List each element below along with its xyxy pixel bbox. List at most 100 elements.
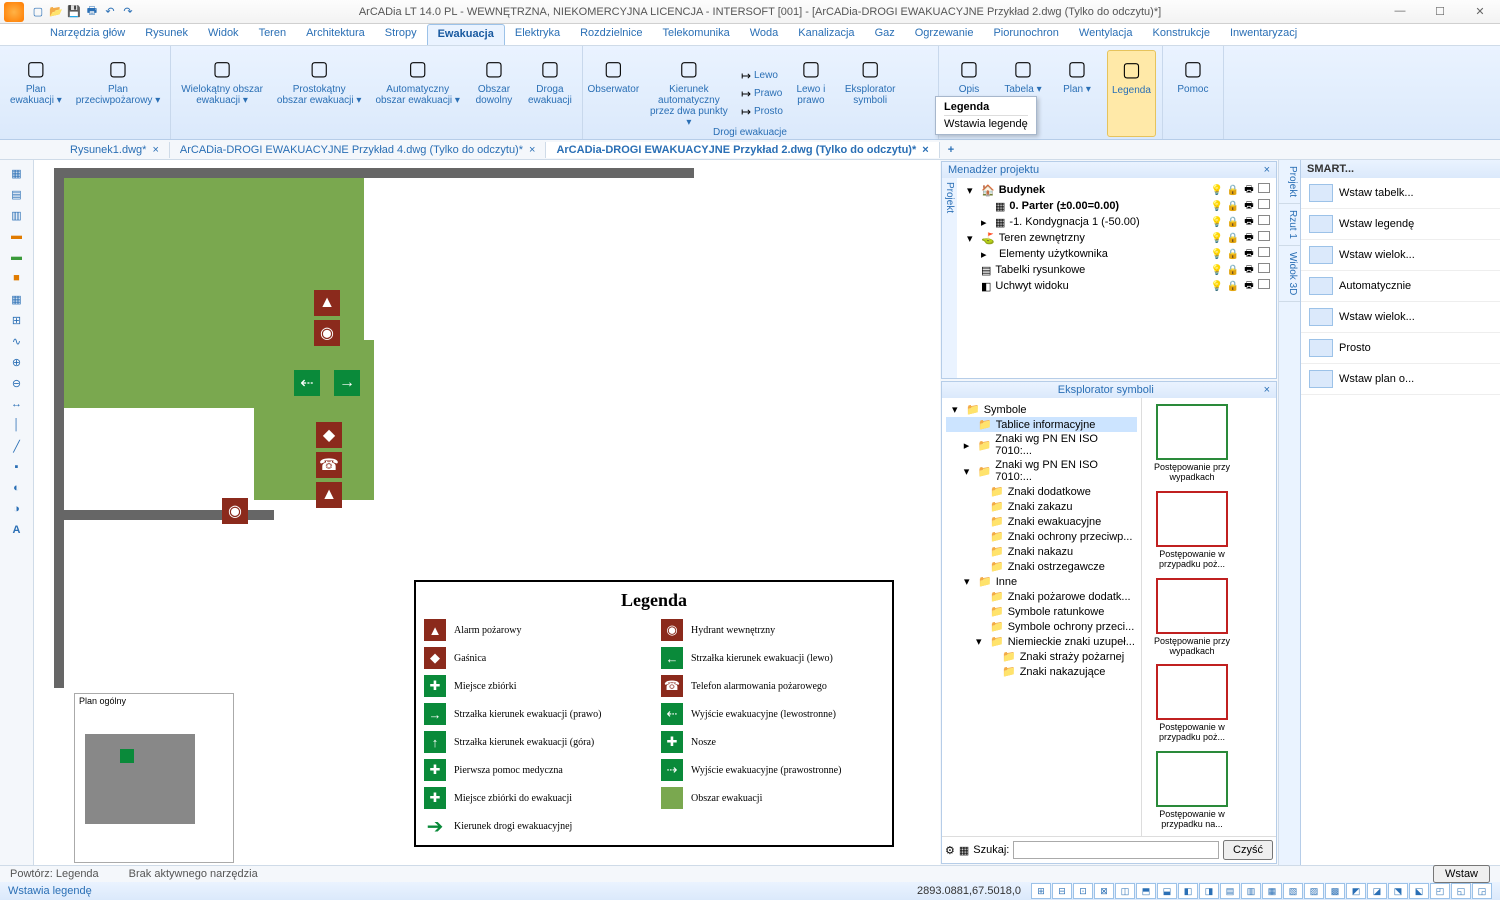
close-icon[interactable]: × bbox=[922, 144, 928, 156]
qat-undo-icon[interactable]: ↶ bbox=[102, 4, 118, 20]
toggle-icon[interactable]: ◨ bbox=[1199, 883, 1219, 899]
explorer-tree-item[interactable]: ▸📁Znaki wg PN EN ISO 7010:... bbox=[946, 432, 1137, 458]
side-tab[interactable]: Projekt bbox=[1279, 160, 1300, 204]
tool-icon[interactable]: ■ bbox=[7, 269, 27, 287]
toggle-icon[interactable]: ⊡ bbox=[1073, 883, 1093, 899]
smart-item[interactable]: Prosto bbox=[1301, 333, 1500, 364]
explorer-tree-item[interactable]: 📁Znaki ochrony przeciwp... bbox=[946, 529, 1137, 544]
tree-row[interactable]: ▸▦-1. Kondygnacja 1 (-50.00)💡🔒🖶 bbox=[961, 214, 1272, 230]
explorer-tree-item[interactable]: 📁Znaki zakazu bbox=[946, 499, 1137, 514]
toggle-icon[interactable]: ⬔ bbox=[1388, 883, 1408, 899]
ribbon-button[interactable]: ▢Automatycznyobszar ewakuacji ▾ bbox=[371, 50, 464, 137]
clear-button[interactable]: Czyść bbox=[1223, 840, 1273, 860]
side-tab[interactable]: Rzut 1 bbox=[1279, 204, 1300, 246]
qat-open-icon[interactable]: 📂 bbox=[48, 4, 64, 20]
toggle-icon[interactable]: ⬕ bbox=[1409, 883, 1429, 899]
ribbon-tab[interactable]: Rysunek bbox=[135, 24, 198, 45]
overview-panel[interactable]: Plan ogólny bbox=[74, 693, 234, 863]
ribbon-button[interactable]: ▢Pomoc bbox=[1169, 50, 1217, 137]
ribbon-button[interactable]: ▢Planprzeciwpożarowy ▾ bbox=[72, 50, 165, 137]
explorer-tree-item[interactable]: 📁Symbole ratunkowe bbox=[946, 604, 1137, 619]
ribbon-tab[interactable]: Piorunochron bbox=[983, 24, 1068, 45]
qat-save-icon[interactable]: 💾 bbox=[66, 4, 82, 20]
ribbon-button[interactable]: ↦Prawo bbox=[734, 85, 787, 103]
close-button[interactable]: ✕ bbox=[1464, 5, 1496, 18]
explorer-tree-item[interactable]: ▾📁Symbole bbox=[946, 402, 1137, 417]
symbol-thumbnail[interactable]: Postępowanie przy wypadkach bbox=[1148, 578, 1236, 657]
ribbon-button[interactable]: ▢Legenda bbox=[1107, 50, 1156, 137]
document-tab[interactable]: Rysunek1.dwg*× bbox=[60, 142, 170, 158]
toggle-icon[interactable]: ◩ bbox=[1346, 883, 1366, 899]
tool-icon[interactable]: ⊞ bbox=[7, 311, 27, 329]
tool-icon[interactable]: ∿ bbox=[7, 332, 27, 350]
tool-icon[interactable]: ◐ bbox=[7, 479, 27, 497]
explorer-tree-item[interactable]: 📁Znaki ewakuacyjne bbox=[946, 514, 1137, 529]
side-tab-projekt[interactable]: Projekt bbox=[942, 178, 957, 378]
tree-row[interactable]: ▦0. Parter (±0.00=0.00)💡🔒🖶 bbox=[961, 198, 1272, 214]
ribbon-tab[interactable]: Stropy bbox=[375, 24, 427, 45]
ribbon-tab[interactable]: Elektryka bbox=[505, 24, 570, 45]
ribbon-tab[interactable]: Ewakuacja bbox=[427, 24, 505, 45]
ribbon-tab[interactable]: Kanalizacja bbox=[788, 24, 864, 45]
tool-icon[interactable]: ▤ bbox=[7, 185, 27, 203]
tool-icon[interactable]: ⊖ bbox=[7, 374, 27, 392]
explorer-tree-item[interactable]: 📁Symbole ochrony przeci... bbox=[946, 619, 1137, 634]
ribbon-button[interactable]: ▢Planewakuacji ▾ bbox=[6, 50, 66, 137]
ribbon-tab[interactable]: Gaz bbox=[865, 24, 905, 45]
tool-icon[interactable]: ▬ bbox=[7, 248, 27, 266]
toggle-icon[interactable]: ▤ bbox=[1220, 883, 1240, 899]
ribbon-tab[interactable]: Inwentaryzacj bbox=[1220, 24, 1307, 45]
tool-icon[interactable]: ◑ bbox=[7, 500, 27, 518]
explorer-tree-item[interactable]: 📁Znaki ostrzegawcze bbox=[946, 559, 1137, 574]
ribbon-tab[interactable]: Teren bbox=[249, 24, 297, 45]
tree-row[interactable]: ◧Uchwyt widoku💡🔒🖶 bbox=[961, 278, 1272, 294]
symbol-thumbnail[interactable]: Postępowanie w przypadku poż... bbox=[1148, 664, 1236, 743]
tool-icon[interactable]: ▪ bbox=[7, 458, 27, 476]
toggle-icon[interactable]: ▦ bbox=[1262, 883, 1282, 899]
close-icon[interactable]: × bbox=[152, 144, 158, 156]
document-tab[interactable]: ArCADia-DROGI EWAKUACYJNE Przykład 2.dwg… bbox=[546, 142, 939, 158]
panel-close-icon[interactable]: × bbox=[1264, 164, 1270, 176]
symbol-thumbnail[interactable]: Postępowanie przy wypadkach bbox=[1148, 404, 1236, 483]
ribbon-tab[interactable]: Ogrzewanie bbox=[905, 24, 984, 45]
toggle-icon[interactable]: ▨ bbox=[1304, 883, 1324, 899]
explorer-tree-item[interactable]: 📁Znaki dodatkowe bbox=[946, 484, 1137, 499]
ribbon-button[interactable]: ▢Wielokątny obszarewakuacji ▾ bbox=[177, 50, 267, 137]
panel-close-icon[interactable]: × bbox=[1264, 384, 1270, 396]
explorer-tree-item[interactable]: 📁Znaki nakazu bbox=[946, 544, 1137, 559]
symbol-thumbnail[interactable]: Postępowanie w przypadku na... bbox=[1148, 751, 1236, 830]
toggle-icon[interactable]: ◲ bbox=[1472, 883, 1492, 899]
tool-icon[interactable]: ⚙ bbox=[945, 844, 955, 857]
tool-icon[interactable]: ▬ bbox=[7, 227, 27, 245]
ribbon-button[interactable]: ▢Obserwator bbox=[589, 50, 638, 137]
explorer-tree-item[interactable]: 📁Znaki nakazujące bbox=[946, 664, 1137, 679]
tree-row[interactable]: ▤Tabelki rysunkowe💡🔒🖶 bbox=[961, 262, 1272, 278]
ribbon-button[interactable]: ▢Lewo iprawo bbox=[787, 50, 835, 137]
tool-icon[interactable]: ⊕ bbox=[7, 353, 27, 371]
explorer-tree-item[interactable]: ▾📁Inne bbox=[946, 574, 1137, 589]
ribbon-button[interactable]: ▢Eksploratorsymboli bbox=[841, 50, 900, 137]
ribbon-button[interactable]: ▢Kierunek automatycznyprzez dwa punkty ▾ bbox=[644, 50, 734, 137]
toggle-icon[interactable]: ◫ bbox=[1115, 883, 1135, 899]
tree-row[interactable]: ▸Elementy użytkownika💡🔒🖶 bbox=[961, 246, 1272, 262]
tool-icon[interactable]: ▦ bbox=[959, 844, 969, 857]
tool-icon[interactable]: │ bbox=[7, 416, 27, 434]
side-tab[interactable]: Widok 3D bbox=[1279, 246, 1300, 302]
smart-item[interactable]: Wstaw tabelk... bbox=[1301, 178, 1500, 209]
explorer-thumbnails[interactable]: Postępowanie przy wypadkachPostępowanie … bbox=[1142, 398, 1276, 836]
ribbon-button[interactable]: ↦Lewo bbox=[734, 67, 787, 85]
toggle-icon[interactable]: ⊟ bbox=[1052, 883, 1072, 899]
ribbon-tab[interactable]: Narzędzia głów bbox=[40, 24, 135, 45]
tool-icon[interactable]: ▦ bbox=[7, 164, 27, 182]
insert-button[interactable]: Wstaw bbox=[1433, 865, 1490, 883]
ribbon-tab[interactable]: Architektura bbox=[296, 24, 375, 45]
symbol-thumbnail[interactable]: Postępowanie w przypadku poż... bbox=[1148, 491, 1236, 570]
toggle-icon[interactable]: ▧ bbox=[1283, 883, 1303, 899]
new-tab-button[interactable]: + bbox=[940, 144, 962, 156]
toggle-icon[interactable]: ◱ bbox=[1451, 883, 1471, 899]
ribbon-button[interactable]: ↦Prosto bbox=[734, 103, 787, 121]
smart-item[interactable]: Wstaw wielok... bbox=[1301, 302, 1500, 333]
toggle-icon[interactable]: ⊠ bbox=[1094, 883, 1114, 899]
ribbon-tab[interactable]: Widok bbox=[198, 24, 249, 45]
close-icon[interactable]: × bbox=[529, 144, 535, 156]
